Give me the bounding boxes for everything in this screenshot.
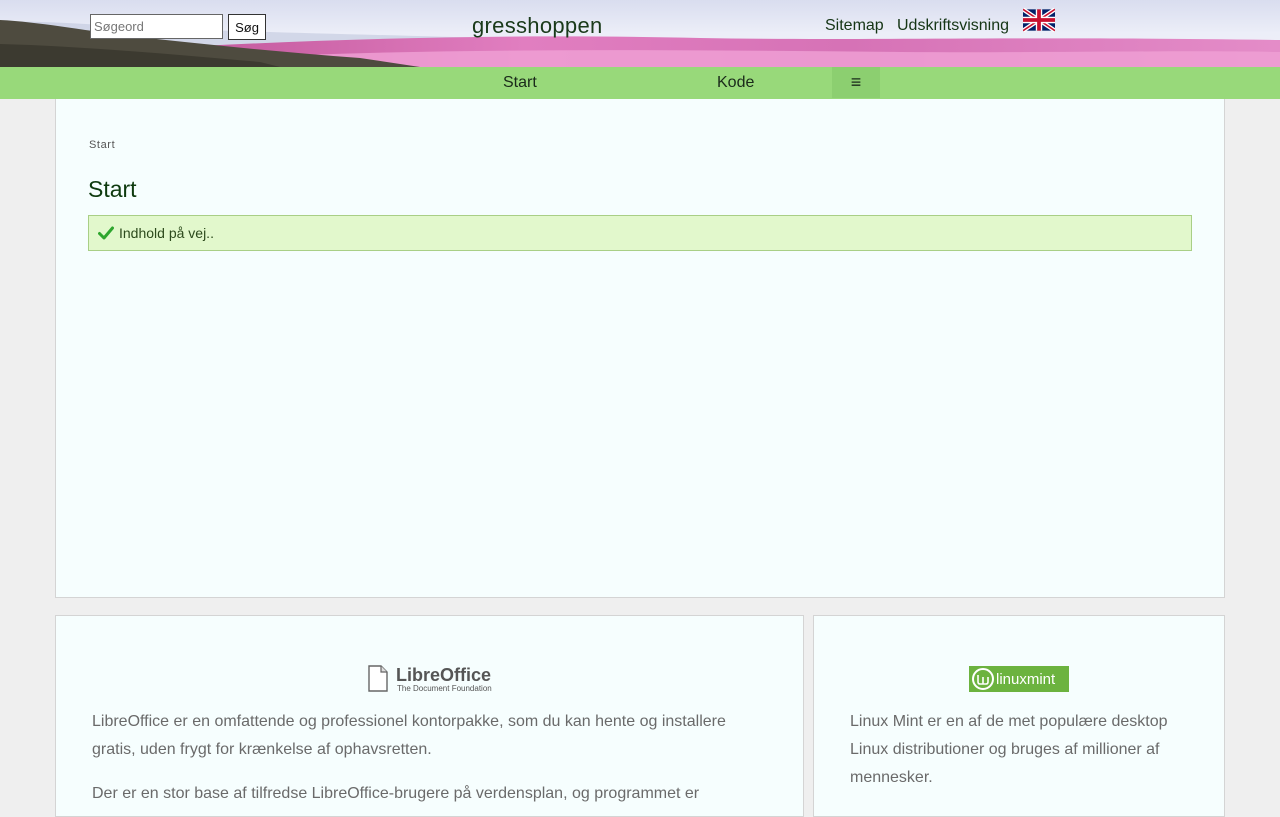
linuxmint-logo-text: linuxmint [996,671,1056,688]
linuxmint-paragraph-1: Linux Mint er en af de met populære desk… [850,713,1168,786]
libreoffice-paragraph-1: LibreOffice er en omfattende og professi… [92,713,726,758]
page-title: Start [88,176,137,202]
search-button[interactable]: Søg [228,14,266,40]
libreoffice-logo-text: LibreOffice [396,665,491,685]
nav-item-kode[interactable]: Kode [717,67,754,99]
main-content-card: Start Start Indhold på vej.. [55,99,1225,598]
status-message: Indhold på vej.. [88,215,1192,251]
header-banner: Søg gresshoppen Sitemap Udskriftsvisning [0,0,1280,67]
nav-item-start[interactable]: Start [503,67,537,99]
status-text: Indhold på vej.. [119,225,214,241]
libreoffice-logo-subtext: The Document Foundation [397,684,492,693]
breadcrumb[interactable]: Start [89,139,115,151]
site-title[interactable]: gresshoppen [472,13,603,39]
print-view-link[interactable]: Udskriftsvisning [897,17,1009,35]
libreoffice-paragraph-2: Der er en stor base af tilfredse LibreOf… [92,785,700,802]
hamburger-menu-icon[interactable]: ≡ [832,67,880,98]
search-input[interactable] [90,14,223,39]
uk-flag-icon[interactable] [1023,8,1055,32]
sitemap-link[interactable]: Sitemap [825,17,884,35]
linuxmint-card: linuxmint Linux Mint er en af de met pop… [813,615,1225,817]
main-navigation: Start Kode ≡ [0,67,1280,99]
libreoffice-logo[interactable]: LibreOffice The Document Foundation [368,664,493,694]
linuxmint-logo[interactable]: linuxmint [969,666,1069,692]
check-icon [98,226,114,240]
libreoffice-card: LibreOffice The Document Foundation Libr… [55,615,804,817]
